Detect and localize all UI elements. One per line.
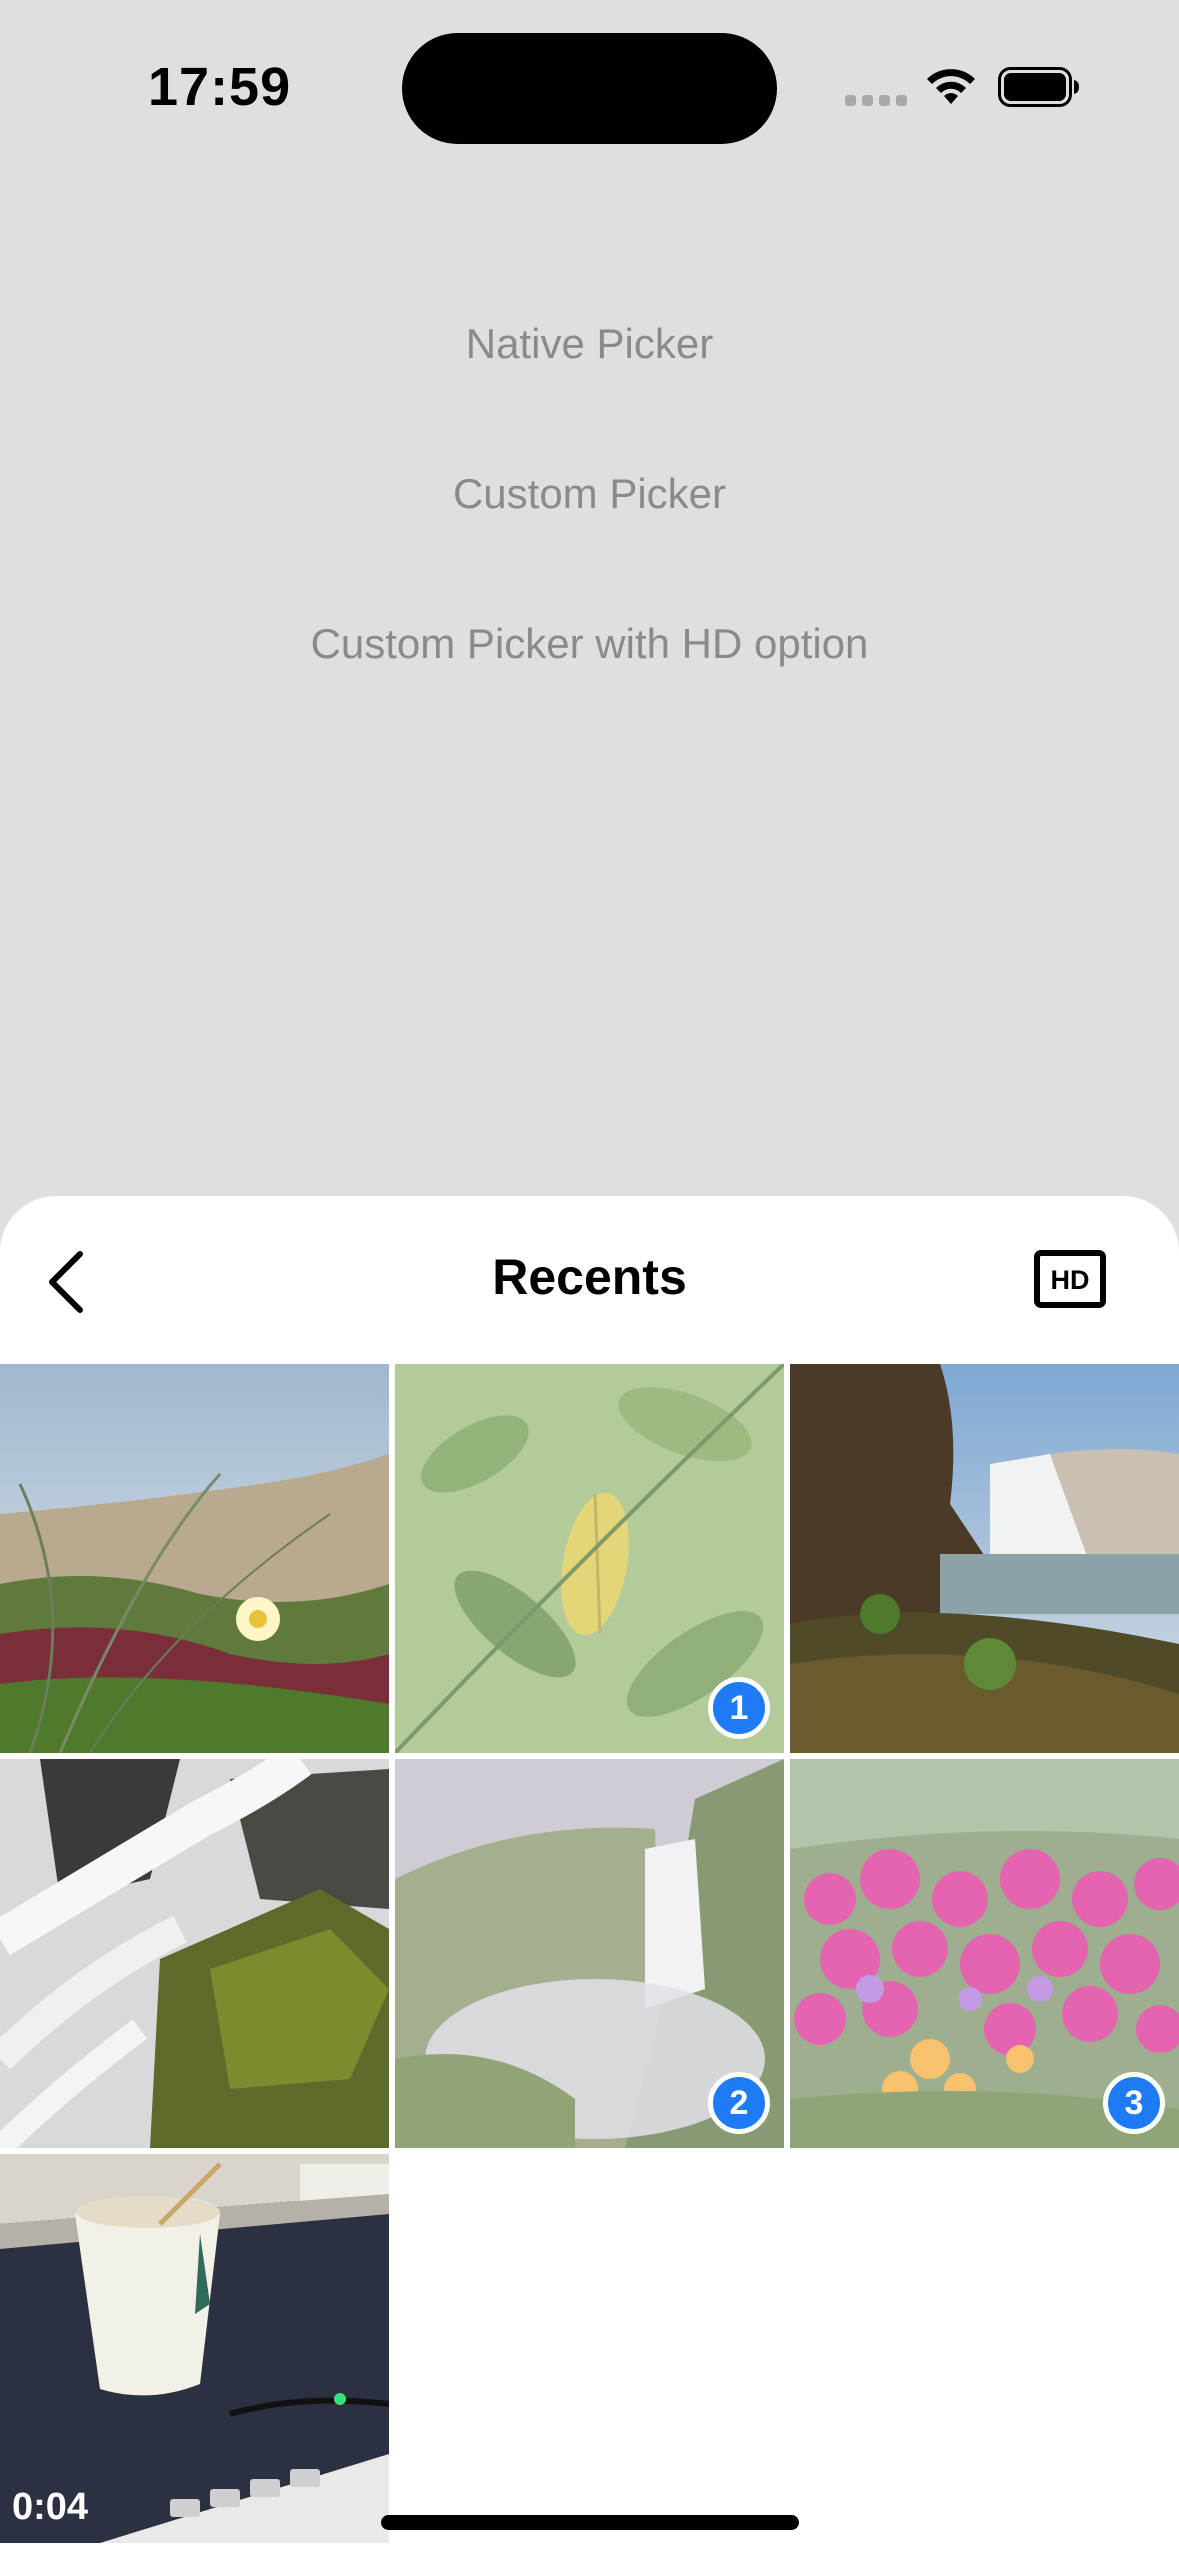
sheet-header: Recents HD [0,1196,1179,1364]
selection-badge: 2 [708,2072,770,2134]
photo-picker-sheet: Recents HD 1 2 3 0:04 [0,1196,1179,2556]
video-duration: 0:04 [12,2486,89,2528]
native-picker-button[interactable]: Native Picker [0,320,1179,368]
home-indicator [381,2515,799,2530]
waterfall-cliff-photo [790,1364,1179,1753]
hd-icon[interactable]: HD [1034,1250,1106,1308]
coffee-cup-video-frame [0,2154,389,2543]
photo-thumbnail[interactable] [0,1759,389,2148]
wifi-icon [927,69,975,104]
screen: 17:59 Native Picker Custom Picker Custom… [0,0,1179,2556]
photo-thumbnail[interactable] [0,1364,389,1753]
battery-icon [998,67,1079,107]
beach-grass-photo [0,1364,389,1753]
dynamic-island [402,33,777,144]
photo-thumbnail[interactable]: 2 [395,1759,784,2148]
status-time: 17:59 [148,57,292,117]
status-bar: 17:59 [0,0,1179,170]
hd-label: HD [1051,1265,1090,1295]
selection-badge: 1 [708,1677,770,1739]
photo-thumbnail[interactable] [790,1364,1179,1753]
cellular-signal-icon [845,95,907,107]
custom-picker-hd-button[interactable]: Custom Picker with HD option [0,620,1179,668]
photo-thumbnail[interactable]: 1 [395,1364,784,1753]
selection-badge: 3 [1103,2072,1165,2134]
sheet-title: Recents [492,1249,687,1305]
waterfall-rocks-photo [0,1759,389,2148]
photo-thumbnail[interactable]: 3 [790,1759,1179,2148]
video-thumbnail[interactable]: 0:04 [0,2154,389,2543]
custom-picker-button[interactable]: Custom Picker [0,470,1179,518]
